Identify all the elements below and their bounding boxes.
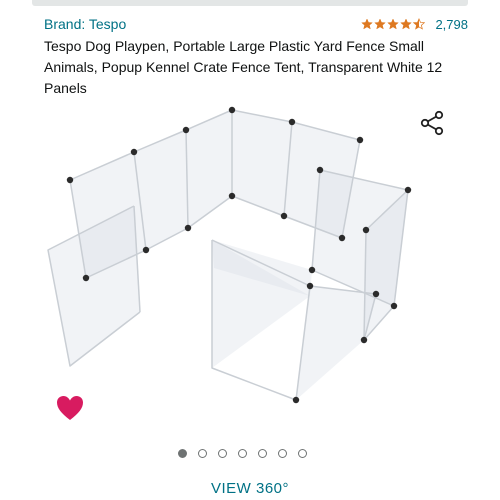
image-pagination — [178, 449, 307, 458]
pagination-dot[interactable] — [198, 449, 207, 458]
brand-rating-row: Brand: Tespo 2,798 — [44, 14, 468, 34]
pagination-dot[interactable] — [258, 449, 267, 458]
share-icon[interactable] — [419, 110, 445, 136]
rating-summary[interactable]: 2,798 — [361, 17, 468, 32]
star-icon — [387, 18, 400, 30]
review-count: 2,798 — [435, 16, 468, 32]
playpen-illustration — [47, 106, 412, 404]
star-half-icon — [413, 18, 426, 30]
pagination-dot[interactable] — [238, 449, 247, 458]
product-title: Tespo Dog Playpen, Portable Large Plasti… — [44, 38, 443, 96]
product-image[interactable] — [36, 100, 466, 436]
heart-icon[interactable] — [56, 395, 84, 421]
star-icon — [361, 18, 374, 30]
pagination-dot[interactable] — [178, 449, 187, 458]
star-icon — [374, 18, 387, 30]
pagination-dot[interactable] — [218, 449, 227, 458]
pagination-dot[interactable] — [278, 449, 287, 458]
rating-stars — [361, 18, 426, 30]
pagination-dot[interactable] — [298, 449, 307, 458]
brand-link[interactable]: Brand: Tespo — [44, 16, 126, 32]
view-360-container: VIEW 360° — [0, 480, 500, 497]
star-icon — [400, 18, 413, 30]
top-divider — [32, 0, 468, 6]
view-360-button[interactable]: VIEW 360° — [211, 480, 289, 497]
